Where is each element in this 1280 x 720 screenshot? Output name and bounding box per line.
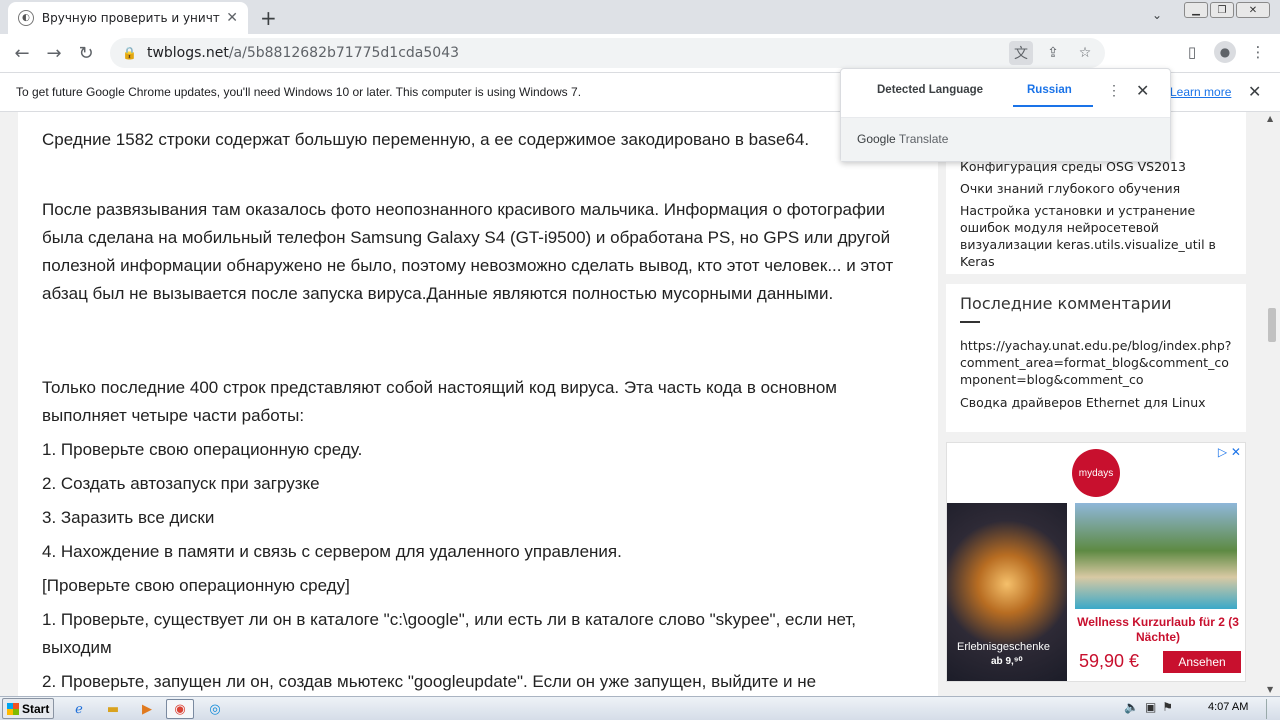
- article-paragraph: Только последние 400 строк представляют …: [42, 378, 837, 425]
- omnibox-icons: 文 ⇪ ☆: [1009, 41, 1097, 65]
- tab-russian[interactable]: Russian: [1027, 84, 1072, 96]
- ad-image-dome[interactable]: Erlebnisgeschenke ab 9,⁹⁰: [947, 503, 1067, 681]
- share-icon[interactable]: ⇪: [1041, 41, 1065, 65]
- google-translate-brand: Google Translate: [857, 132, 948, 146]
- flag-icon[interactable]: ⚑: [1162, 700, 1173, 714]
- recent-post-link[interactable]: Настройка установки и устранение ошибок …: [946, 202, 1246, 270]
- start-button[interactable]: Start: [2, 698, 54, 719]
- translate-footer: Google Translate: [841, 117, 1170, 161]
- article-list-item: 1. Проверьте, существует ли он в каталог…: [42, 610, 857, 657]
- ie-icon[interactable]: ℯ: [68, 699, 90, 719]
- clock[interactable]: 4:07 AM: [1208, 701, 1248, 713]
- profile-icon[interactable]: ●: [1214, 41, 1236, 63]
- window-controls: ▁ ❐ ✕: [1184, 2, 1270, 18]
- url-host: twblogs.net: [146, 45, 229, 61]
- scroll-up-icon[interactable]: ▲: [1267, 114, 1273, 123]
- article-paragraph: После развязывания там оказалось фото не…: [42, 200, 894, 303]
- new-tab-button[interactable]: +: [260, 6, 277, 30]
- brand-translate: Translate: [898, 132, 949, 146]
- tab-detected-language[interactable]: Detected Language: [877, 84, 983, 96]
- restore-button[interactable]: ❐: [1210, 2, 1234, 18]
- advertisement[interactable]: ▷ ✕ mydays Erlebnisgeschenke ab 9,⁹⁰ Wel…: [946, 442, 1246, 682]
- edge-icon[interactable]: ◎: [204, 699, 226, 719]
- tab-strip: ◐ Вручную проверить и уничтожить вирус ✕…: [0, 0, 1280, 34]
- minimize-button[interactable]: ▁: [1184, 2, 1208, 18]
- network-icon[interactable]: ▣: [1145, 700, 1156, 714]
- speaker-icon[interactable]: 🔈: [1124, 700, 1139, 714]
- close-icon[interactable]: ✕: [1136, 81, 1149, 101]
- ad-brand-logo[interactable]: mydays: [1072, 449, 1120, 497]
- infobar-close-icon[interactable]: ✕: [1248, 82, 1261, 101]
- translate-tabs: Detected Language Russian ⋮ ✕: [841, 69, 1171, 117]
- adchoices-icon[interactable]: ▷ ✕: [1218, 445, 1241, 459]
- show-desktop-button[interactable]: [1266, 699, 1278, 719]
- lock-icon[interactable]: 🔒: [122, 46, 137, 60]
- folder-icon[interactable]: ▬: [102, 699, 124, 719]
- article-list-item: 4. Нахождение в памяти и связь с серверо…: [42, 542, 622, 561]
- tab-search-icon[interactable]: ⌄: [1152, 8, 1162, 22]
- url-path: /a/5b8812682b71775d1cda5043: [228, 45, 460, 61]
- comments-heading: Последние комментарии: [960, 294, 1172, 313]
- translate-popup: Detected Language Russian ⋮ ✕ Google Tra…: [840, 68, 1171, 162]
- forward-icon[interactable]: →: [38, 37, 70, 69]
- windows-taskbar: Start ℯ ▬ ▶ ◉ ◎ 🔈 ▣ ⚑ 4:07 AM: [0, 696, 1280, 720]
- back-icon[interactable]: ←: [6, 37, 38, 69]
- article-list-item: 1. Проверьте свою операционную среду.: [42, 440, 363, 459]
- article-list-item: 2. Проверьте, запущен ли он, создав мьют…: [42, 672, 817, 691]
- ad-image-hotel[interactable]: [1075, 503, 1237, 609]
- comment-link[interactable]: https://yachay.unat.edu.pe/blog/index.ph…: [946, 337, 1246, 388]
- translate-icon[interactable]: 文: [1009, 41, 1033, 65]
- browser-toolbar: ← → ↻ 🔒 twblogs.net/a/5b8812682b71775d1c…: [0, 34, 1280, 72]
- learn-more-link[interactable]: Learn more: [1170, 85, 1231, 99]
- tab-close-icon[interactable]: ✕: [226, 10, 238, 26]
- system-tray: 🔈 ▣ ⚑: [1124, 700, 1173, 714]
- scroll-thumb[interactable]: [1268, 308, 1276, 342]
- windows-logo-icon: [7, 702, 19, 715]
- chrome-icon[interactable]: ◉: [166, 699, 194, 719]
- tab-title: Вручную проверить и уничтожить вирус: [41, 11, 220, 25]
- active-tab-indicator: [1013, 105, 1093, 107]
- ad-small-price: ab 9,⁹⁰: [991, 656, 1023, 667]
- ad-price: 59,90 €: [1079, 651, 1140, 671]
- recent-post-link[interactable]: Очки знаний глубокого обучения: [946, 180, 1246, 197]
- article-paragraph: Средние 1582 строки содержат большую пер…: [42, 130, 810, 149]
- scroll-down-icon[interactable]: ▼: [1267, 685, 1273, 694]
- sidepanel-icon[interactable]: ▯: [1180, 38, 1204, 66]
- comment-link[interactable]: Сводка драйверов Ethernet для Linux: [946, 394, 1246, 411]
- ad-cta-button[interactable]: Ansehen: [1163, 651, 1241, 673]
- article-list-item: 2. Создать автозапуск при загрузке: [42, 474, 320, 493]
- toolbar-right: ▯ ● ⋮: [1180, 38, 1270, 66]
- ad-headline[interactable]: Wellness Kurzurlaub für 2 (3 Nächte): [1073, 615, 1243, 645]
- address-bar[interactable]: 🔒 twblogs.net/a/5b8812682b71775d1cda5043…: [110, 38, 1105, 68]
- tab-active[interactable]: ◐ Вручную проверить и уничтожить вирус ✕: [8, 2, 248, 34]
- menu-icon[interactable]: ⋮: [1246, 38, 1270, 66]
- close-window-button[interactable]: ✕: [1236, 2, 1270, 18]
- star-icon[interactable]: ☆: [1073, 41, 1097, 65]
- article-list-item: 3. Заразить все диски: [42, 508, 215, 527]
- article-body: Средние 1582 строки содержат большую пер…: [18, 112, 938, 696]
- url-text[interactable]: twblogs.net/a/5b8812682b71775d1cda5043: [147, 45, 459, 61]
- ad-caption: Erlebnisgeschenke: [957, 641, 1050, 653]
- start-label: Start: [22, 701, 50, 716]
- page-scrollbar[interactable]: ▲ ▼: [1264, 112, 1280, 696]
- recent-comments-card: Последние комментарии https://yachay.una…: [946, 284, 1246, 432]
- brand-google: Google: [857, 132, 896, 146]
- heading-divider: [960, 321, 980, 323]
- site-favicon-icon: ◐: [18, 10, 34, 26]
- media-icon[interactable]: ▶: [136, 699, 158, 719]
- infobar-message: To get future Google Chrome updates, you…: [16, 85, 582, 99]
- article-section-heading: [Проверьте свою операционную среду]: [42, 576, 350, 595]
- page-viewport: Средние 1582 строки содержат большую пер…: [0, 112, 1264, 696]
- more-options-icon[interactable]: ⋮: [1107, 82, 1121, 99]
- reload-icon[interactable]: ↻: [70, 37, 102, 69]
